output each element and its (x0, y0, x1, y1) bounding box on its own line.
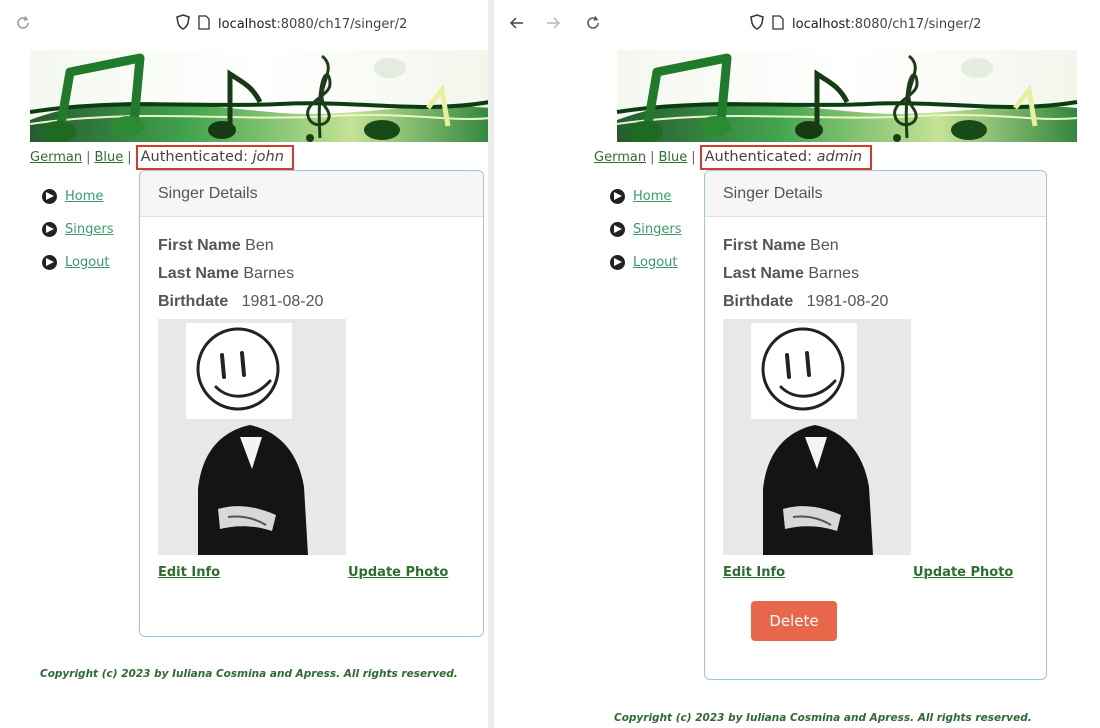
birthdate-row: Birthdate 1981-08-20 (723, 293, 888, 311)
circle-arrow-right-icon (42, 255, 57, 270)
last-name-row: Last Name Barnes (158, 265, 294, 283)
last-name-label: Last Name (158, 265, 239, 282)
left-browser-toolbar: localhost:8080/ch17/singer/2 (0, 0, 488, 46)
copyright-footer: Copyright (c) 2023 by Iuliana Cosmina an… (40, 668, 458, 680)
card-title: Singer Details (140, 171, 483, 217)
separator: | (691, 150, 696, 165)
singer-details-card: Singer Details First Name Ben Last Name … (704, 170, 1047, 680)
delete-button[interactable]: Delete (751, 601, 837, 641)
first-name-label: First Name (723, 237, 806, 254)
first-name-value: Ben (810, 237, 839, 254)
music-banner (594, 50, 1100, 142)
url-path: :8080/ch17/singer/2 (276, 16, 408, 32)
page-icon (198, 14, 210, 34)
url-text: localhost:8080/ch17/singer/2 (792, 17, 981, 32)
last-name-row: Last Name Barnes (723, 265, 859, 283)
last-name-value: Barnes (808, 265, 860, 282)
separator: | (86, 150, 91, 165)
auth-username: john (252, 149, 284, 165)
lang-german-link[interactable]: German (30, 150, 82, 165)
nav-item-logout[interactable]: Logout (42, 246, 113, 279)
update-photo-link[interactable]: Update Photo (913, 565, 1013, 580)
card-title: Singer Details (705, 171, 1046, 217)
side-navigation: Home Singers Logout (42, 180, 113, 279)
lang-german-link[interactable]: German (594, 150, 646, 165)
reload-icon[interactable] (582, 12, 604, 34)
top-links: German | Blue | Authenticated: john (30, 145, 294, 170)
nav-item-home[interactable]: Home (610, 180, 681, 213)
nav-item-home[interactable]: Home (42, 180, 113, 213)
authenticated-label: Authenticated: admin (699, 145, 873, 170)
singer-photo (723, 319, 911, 555)
copyright-footer: Copyright (c) 2023 by Iuliana Cosmina an… (614, 712, 1032, 724)
left-address-bar[interactable]: localhost:8080/ch17/singer/2 (176, 12, 407, 36)
edit-info-link[interactable]: Edit Info (158, 565, 220, 580)
circle-arrow-right-icon (610, 255, 625, 270)
update-photo-link[interactable]: Update Photo (348, 565, 448, 580)
nav-singers-link[interactable]: Singers (633, 222, 681, 237)
nav-singers-link[interactable]: Singers (65, 222, 113, 237)
last-name-value: Barnes (243, 265, 295, 282)
auth-label-text: Authenticated: (704, 149, 817, 165)
page-icon (772, 14, 784, 34)
authenticated-label: Authenticated: john (135, 145, 294, 170)
url-host: localhost (218, 16, 277, 32)
auth-username: admin (816, 149, 863, 165)
singer-details-card: Singer Details First Name Ben Last Name … (139, 170, 484, 637)
birthdate-row: Birthdate 1981-08-20 (158, 293, 323, 311)
url-host: localhost (792, 16, 851, 32)
theme-blue-link[interactable]: Blue (94, 150, 123, 165)
first-name-label: First Name (158, 237, 241, 254)
first-name-row: First Name Ben (723, 237, 839, 255)
theme-blue-link[interactable]: Blue (658, 150, 687, 165)
arrow-left-icon[interactable] (506, 12, 528, 34)
arrow-right-icon[interactable] (542, 12, 564, 34)
right-browser-window: localhost:8080/ch17/singer/2 German | Bl… (494, 0, 1100, 728)
auth-label-text: Authenticated: (140, 149, 253, 165)
circle-arrow-right-icon (610, 222, 625, 237)
url-path: :8080/ch17/singer/2 (850, 16, 982, 32)
last-name-label: Last Name (723, 265, 804, 282)
url-text: localhost:8080/ch17/singer/2 (218, 17, 407, 32)
first-name-value: Ben (245, 237, 274, 254)
birthdate-label: Birthdate (158, 293, 229, 310)
music-banner (30, 50, 488, 142)
birthdate-value: 1981-08-20 (806, 293, 889, 310)
nav-home-link[interactable]: Home (633, 189, 671, 204)
right-browser-toolbar: localhost:8080/ch17/singer/2 (494, 0, 1100, 46)
circle-arrow-right-icon (42, 189, 57, 204)
nav-home-link[interactable]: Home (65, 189, 103, 204)
nav-logout-link[interactable]: Logout (633, 255, 678, 270)
separator: | (127, 150, 132, 165)
birthdate-label: Birthdate (723, 293, 794, 310)
nav-item-singers[interactable]: Singers (610, 213, 681, 246)
first-name-row: First Name Ben (158, 237, 274, 255)
tracking-shield-icon (750, 14, 764, 34)
right-address-bar[interactable]: localhost:8080/ch17/singer/2 (750, 12, 981, 36)
side-navigation: Home Singers Logout (610, 180, 681, 279)
edit-info-link[interactable]: Edit Info (723, 565, 785, 580)
circle-arrow-right-icon (42, 222, 57, 237)
top-links: German | Blue | Authenticated: admin (594, 145, 873, 170)
circle-arrow-right-icon (610, 189, 625, 204)
reload-icon[interactable] (12, 12, 34, 34)
separator: | (650, 150, 655, 165)
nav-logout-link[interactable]: Logout (65, 255, 110, 270)
singer-photo (158, 319, 346, 555)
left-browser-window: localhost:8080/ch17/singer/2 German | Bl… (0, 0, 488, 728)
birthdate-value: 1981-08-20 (241, 293, 324, 310)
nav-item-logout[interactable]: Logout (610, 246, 681, 279)
tracking-shield-icon (176, 14, 190, 34)
nav-item-singers[interactable]: Singers (42, 213, 113, 246)
